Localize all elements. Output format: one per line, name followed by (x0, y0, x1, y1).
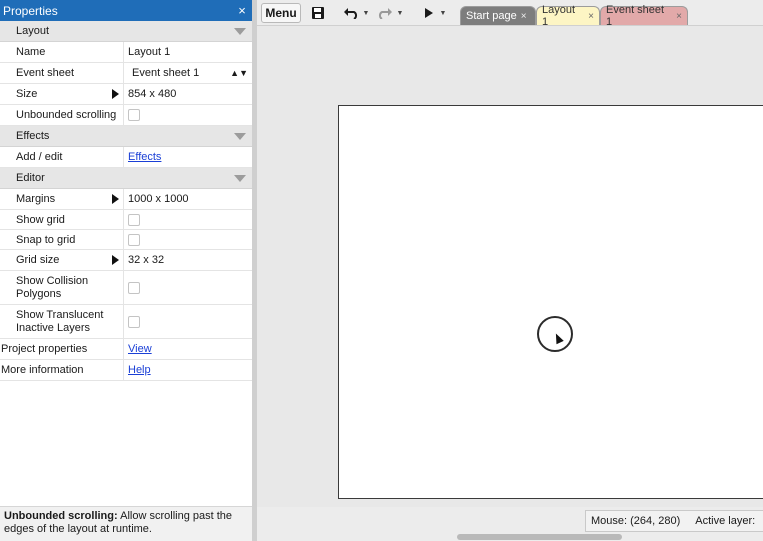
translucent-label-line2: Inactive Layers (16, 321, 90, 334)
close-icon[interactable]: × (232, 3, 252, 18)
mouse-pointer-icon (552, 331, 564, 345)
expand-icon[interactable] (112, 255, 119, 265)
section-layout[interactable]: Layout (0, 21, 252, 42)
show-collision-checkbox[interactable] (128, 281, 140, 294)
prop-label: Grid size (0, 250, 124, 270)
prop-label: Show Translucent Inactive Layers (0, 305, 124, 338)
properties-panel: Properties × Layout Name Layout 1 Event … (0, 0, 252, 541)
close-icon[interactable]: × (676, 11, 682, 22)
horizontal-scrollbar[interactable] (457, 534, 622, 540)
tab-layout-1[interactable]: Layout 1 × (536, 4, 600, 28)
play-icon[interactable] (421, 4, 437, 22)
collapse-icon[interactable] (234, 132, 246, 140)
view-link[interactable]: View (128, 343, 152, 355)
effects-link[interactable]: Effects (128, 151, 161, 163)
select-arrows-icon: ▲▼ (230, 68, 248, 78)
mouse-position: Mouse: (264, 280) (591, 515, 681, 527)
redo-icon[interactable] (375, 4, 395, 22)
section-effects[interactable]: Effects (0, 126, 252, 147)
prop-row-event-sheet: Event sheet Event sheet 1 ▲▼ (0, 63, 252, 84)
close-icon[interactable]: × (521, 11, 527, 22)
prop-label: Snap to grid (0, 230, 124, 249)
name-value[interactable]: Layout 1 (124, 42, 252, 62)
prop-label: Add / edit (0, 147, 124, 167)
unbounded-scrolling-checkbox[interactable] (128, 109, 140, 121)
show-translucent-checkbox[interactable] (128, 315, 140, 328)
help-link[interactable]: Help (128, 364, 151, 376)
close-icon[interactable]: × (588, 11, 594, 22)
prop-row-show-grid: Show grid (0, 210, 252, 230)
prop-label: Margins (0, 189, 124, 209)
tab-label: Event sheet 1 (606, 4, 665, 28)
layout-area[interactable] (338, 105, 763, 499)
snap-to-grid-checkbox[interactable] (128, 233, 140, 246)
section-editor-label: Editor (16, 172, 45, 184)
help-title: Unbounded scrolling: (4, 510, 118, 522)
translucent-label-line1: Show Translucent (16, 308, 104, 321)
status-bar: Mouse: (264, 280) Active layer: (257, 507, 763, 541)
layout-view[interactable] (257, 26, 763, 507)
margins-value[interactable]: 1000 x 1000 (124, 189, 252, 209)
collapse-icon[interactable] (234, 174, 246, 182)
prop-label: Show Collision Polygons (0, 271, 124, 304)
collision-label-line1: Show Collision (16, 274, 89, 287)
section-editor[interactable]: Editor (0, 168, 252, 189)
tab-start-page[interactable]: Start page × (460, 6, 536, 25)
section-effects-label: Effects (16, 130, 50, 142)
cursor-highlight (537, 316, 573, 352)
prop-label: Show grid (0, 210, 124, 229)
toolbar: Menu ▼ ▼ ▼ Start page × Layout 1 × Event… (257, 0, 763, 28)
active-layer-label: Active layer: (695, 515, 756, 527)
event-sheet-value: Event sheet 1 (132, 67, 200, 79)
undo-icon[interactable] (341, 4, 361, 22)
prop-row-margins: Margins 1000 x 1000 (0, 189, 252, 210)
expand-icon[interactable] (112, 89, 119, 99)
size-label: Size (16, 88, 38, 100)
status-cell: Mouse: (264, 280) Active layer: (585, 510, 763, 532)
prop-label: Project properties (0, 339, 124, 359)
section-layout-label: Layout (16, 25, 50, 37)
prop-row-grid-size: Grid size 32 x 32 (0, 250, 252, 271)
prop-row-project: Project properties View (0, 339, 252, 360)
chevron-down-icon[interactable]: ▼ (439, 4, 447, 22)
prop-label: More information (0, 360, 124, 380)
expand-icon[interactable] (112, 194, 119, 204)
size-value[interactable]: 854 x 480 (124, 84, 252, 104)
properties-title-bar: Properties × (0, 0, 252, 21)
prop-row-collision: Show Collision Polygons (0, 271, 252, 305)
prop-row-add-edit: Add / edit Effects (0, 147, 252, 168)
property-help-box: Unbounded scrolling: Allow scrolling pas… (0, 506, 252, 541)
grid-size-label: Grid size (16, 254, 60, 266)
prop-row-name: Name Layout 1 (0, 42, 252, 63)
tab-event-sheet-1[interactable]: Event sheet 1 × (600, 4, 688, 28)
prop-label: Unbounded scrolling (0, 105, 124, 125)
margins-label: Margins (16, 193, 56, 205)
grid-size-value[interactable]: 32 x 32 (124, 250, 252, 270)
menu-button[interactable]: Menu (261, 3, 301, 23)
prop-row-snap-grid: Snap to grid (0, 230, 252, 250)
event-sheet-select[interactable]: Event sheet 1 ▲▼ (124, 63, 252, 83)
prop-row-unbounded: Unbounded scrolling (0, 105, 252, 126)
chevron-down-icon[interactable]: ▼ (362, 4, 370, 22)
collapse-icon[interactable] (234, 27, 246, 35)
tab-label: Start page (466, 10, 517, 22)
prop-row-translucent: Show Translucent Inactive Layers (0, 305, 252, 339)
show-grid-checkbox[interactable] (128, 213, 140, 226)
prop-row-more: More information Help (0, 360, 252, 381)
collision-label-line2: Polygons (16, 287, 62, 300)
tab-label: Layout 1 (542, 4, 576, 28)
prop-label: Size (0, 84, 124, 104)
prop-label: Event sheet (0, 63, 124, 83)
prop-row-size: Size 854 x 480 (0, 84, 252, 105)
chevron-down-icon[interactable]: ▼ (396, 4, 404, 22)
panel-title: Properties (3, 3, 58, 18)
save-icon[interactable] (309, 4, 327, 22)
prop-label: Name (0, 42, 124, 62)
